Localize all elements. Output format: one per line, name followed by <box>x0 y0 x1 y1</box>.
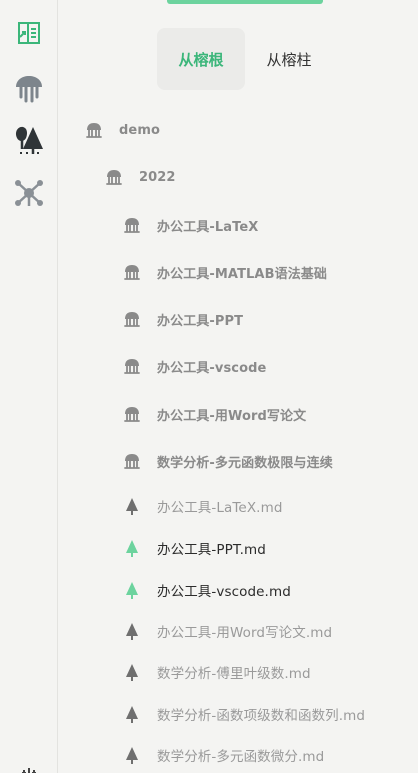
tree-file-icon <box>123 622 141 640</box>
tree-item-label: 办公工具-LaTeX <box>157 219 259 235</box>
left-icon-rail <box>0 0 58 773</box>
tree-item-label: 数学分析-多元函数微分.md <box>157 749 325 765</box>
tree-file-item[interactable]: 办公工具-LaTeX.md <box>123 494 282 518</box>
tree-file-icon <box>123 746 141 764</box>
tree-file-item[interactable]: 数学分析-傅里叶级数.md <box>123 660 311 684</box>
tree-item-label: 办公工具-用Word写论文.md <box>157 625 333 641</box>
tree-file-icon <box>123 581 141 599</box>
tree-folder-item[interactable]: demo <box>85 118 160 142</box>
tree-item-label: 办公工具-vscode <box>157 360 267 376</box>
tab-from-pillar[interactable]: 从榕柱 <box>251 28 327 90</box>
tree-folder-item[interactable]: 办公工具-MATLAB语法基础 <box>123 260 327 284</box>
top-accent-bar <box>167 0 323 4</box>
tree-folder-item[interactable]: 办公工具-LaTeX <box>123 213 258 237</box>
banyan-root-icon[interactable] <box>11 70 47 106</box>
graph-network-icon[interactable] <box>11 175 47 211</box>
banyan-folder-icon <box>123 452 141 470</box>
tree-panel: 从榕根 从榕柱 demo 2022 办公工具-LaTeX 办公工具-MATLAB语法基… <box>59 0 418 773</box>
tree-item-label: 数学分析-傅里叶级数.md <box>157 666 311 682</box>
tree-file-item[interactable]: 数学分析-函数项级数和函数列.md <box>123 702 365 726</box>
tree-item-label: 办公工具-PPT.md <box>157 542 266 558</box>
tree-folder-item[interactable]: 办公工具-vscode <box>123 354 266 378</box>
banyan-folder-icon <box>123 310 141 328</box>
settings-sliders-icon[interactable] <box>11 755 47 773</box>
tree-item-label: 数学分析-多元函数极限与连续 <box>157 455 333 471</box>
tree-folder-item[interactable]: 数学分析-多元函数极限与连续 <box>123 449 333 473</box>
tree-folder-item[interactable]: 2022 <box>105 165 176 189</box>
tree-file-item[interactable]: 办公工具-PPT.md <box>123 536 266 560</box>
tree-item-label: demo <box>119 122 160 138</box>
tree-file-icon <box>123 497 141 515</box>
tree-item-label: 数学分析-函数项级数和函数列.md <box>157 708 366 724</box>
tree-item-label: 办公工具-PPT <box>157 313 244 329</box>
tree-item-label: 2022 <box>139 169 176 185</box>
tree-folder-item[interactable]: 办公工具-用Word写论文 <box>123 402 306 426</box>
tree-folder-item[interactable]: 办公工具-PPT <box>123 307 243 331</box>
tree-file-icon <box>123 705 141 723</box>
tree-item-label: 办公工具-LaTeX.md <box>157 500 283 516</box>
banyan-folder-icon <box>123 405 141 423</box>
banyan-folder-icon <box>105 168 123 186</box>
tree-item-label: 办公工具-vscode.md <box>157 584 291 600</box>
tree-file-icon <box>123 539 141 557</box>
banyan-folder-icon <box>123 357 141 375</box>
tree-file-item[interactable]: 数学分析-多元函数微分.md <box>123 743 324 767</box>
outline-icon[interactable] <box>11 15 47 51</box>
tree-file-item[interactable]: 办公工具-用Word写论文.md <box>123 619 332 643</box>
tree-item-label: 办公工具-MATLAB语法基础 <box>157 266 328 282</box>
banyan-trees-icon[interactable] <box>11 122 47 158</box>
tree-file-icon <box>123 663 141 681</box>
banyan-folder-icon <box>123 216 141 234</box>
banyan-folder-icon <box>85 121 103 139</box>
tab-from-root[interactable]: 从榕根 <box>157 28 245 90</box>
tree-item-label: 办公工具-用Word写论文 <box>157 408 307 424</box>
tree-file-item[interactable]: 办公工具-vscode.md <box>123 578 291 602</box>
banyan-folder-icon <box>123 263 141 281</box>
